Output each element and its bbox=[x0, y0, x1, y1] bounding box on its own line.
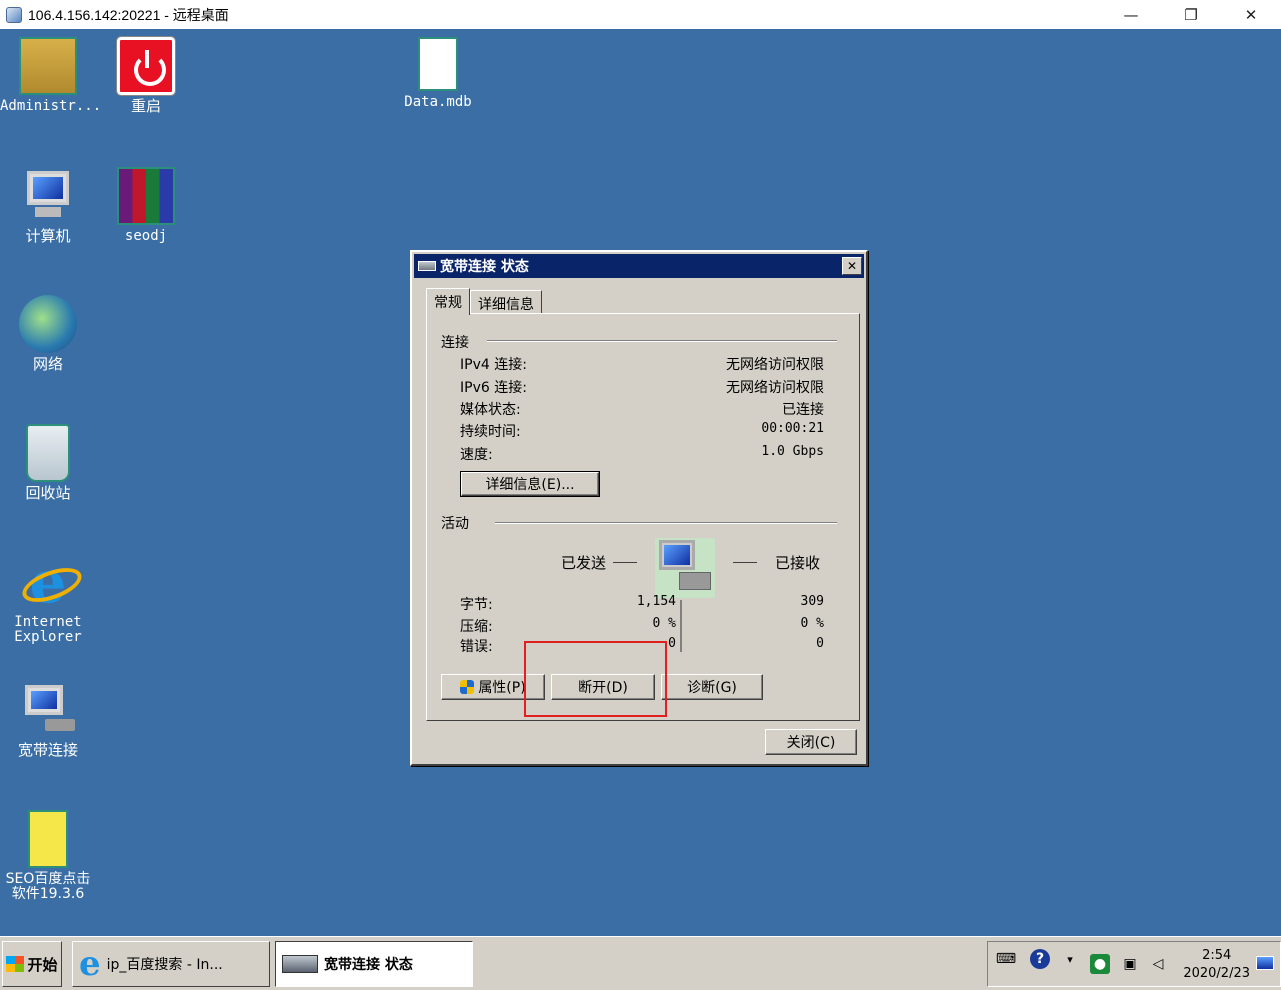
desktop-icon-computer[interactable]: 计算机 bbox=[0, 167, 96, 244]
row-media-state: 媒体状态: 已连接 bbox=[460, 402, 824, 418]
desktop-icon-recycle-bin[interactable]: 回收站 bbox=[0, 424, 96, 501]
tab-general[interactable]: 常规 bbox=[426, 288, 470, 315]
network-icon bbox=[19, 295, 77, 353]
taskbar-item-ie[interactable]: e ip_百度搜索 - In... bbox=[72, 941, 270, 987]
remote-desktop-titlebar: 106.4.156.142:20221 - 远程桌面 — ❐ ✕ bbox=[0, 0, 1281, 29]
taskbar: 开始 e ip_百度搜索 - In... 宽带连接 状态 ⌨ ? ▾ ● ▣ ◁… bbox=[0, 936, 1281, 990]
disconnect-button[interactable]: 断开(D) bbox=[551, 674, 655, 700]
tab-panel-general: 连接 IPv4 连接: 无网络访问权限 IPv6 连接: 无网络访问权限 媒体状态:… bbox=[426, 313, 860, 721]
desktop-icon-broadband[interactable]: 宽带连接 bbox=[0, 681, 96, 758]
broadband-icon bbox=[19, 681, 77, 739]
shield-icon bbox=[460, 680, 475, 694]
maximize-button[interactable]: ❐ bbox=[1161, 0, 1221, 29]
minimize-button[interactable]: — bbox=[1101, 0, 1161, 29]
start-button[interactable]: 开始 bbox=[2, 941, 62, 987]
desktop-icon-label: 宽带连接 bbox=[17, 741, 78, 759]
network-tray-icon[interactable]: ▣ bbox=[1120, 954, 1140, 974]
broadband-icon bbox=[418, 261, 436, 271]
diagnose-button[interactable]: 诊断(G) bbox=[661, 674, 763, 700]
show-desktop-icon[interactable] bbox=[1256, 956, 1274, 970]
desktop-icon-internet-explorer[interactable]: e Internet Explorer bbox=[0, 553, 96, 645]
network-activity-icon bbox=[655, 538, 715, 598]
internet-explorer-icon: e bbox=[79, 944, 101, 984]
clock-time: 2:54 bbox=[1202, 948, 1232, 963]
dialog-titlebar: 宽带连接 状态 bbox=[414, 254, 864, 278]
folder-icon bbox=[28, 810, 68, 868]
taskbar-item-broadband-status[interactable]: 宽带连接 状态 bbox=[275, 941, 473, 987]
desktop-icon-network[interactable]: 网络 bbox=[0, 295, 96, 372]
dialog-title: 宽带连接 状态 bbox=[440, 259, 529, 275]
group-label-connection: 连接 bbox=[441, 332, 475, 352]
system-tray: ● ▣ ◁ 2:54 2020/2/23 bbox=[987, 941, 1281, 987]
desktop-icon-seodj[interactable]: seodj bbox=[98, 167, 194, 244]
received-line bbox=[733, 562, 757, 563]
taskbar-item-label: ip_百度搜索 - In... bbox=[106, 957, 223, 973]
desktop-icon-data-mdb[interactable]: Data.mdb bbox=[390, 37, 486, 110]
sent-label: 已发送 bbox=[561, 554, 607, 572]
desktop-icon-label: Administr... bbox=[0, 98, 102, 114]
properties-button[interactable]: 属性(P) bbox=[441, 674, 545, 700]
security-icon[interactable]: ● bbox=[1090, 954, 1110, 974]
row-ipv4: IPv4 连接: 无网络访问权限 bbox=[460, 357, 824, 373]
row-speed: 速度: 1.0 Gbps bbox=[460, 444, 824, 463]
dialog-tabs: 常规 详细信息 bbox=[426, 288, 542, 315]
row-bytes: 字节: 1,154 309 bbox=[460, 594, 824, 613]
desktop-icon-label: 重启 bbox=[130, 97, 161, 115]
windows-logo-icon bbox=[6, 956, 25, 972]
file-icon bbox=[418, 37, 458, 91]
desktop-icon-label: SEO百度点击 软件19.3.6 bbox=[5, 871, 91, 902]
recycle-bin-icon bbox=[26, 424, 70, 482]
clock-date: 2020/2/23 bbox=[1183, 966, 1250, 981]
restart-icon bbox=[116, 36, 176, 96]
desktop-icon-label: 计算机 bbox=[25, 227, 71, 245]
broadband-icon bbox=[282, 955, 318, 973]
winrar-icon bbox=[117, 167, 175, 225]
taskbar-item-label: 宽带连接 状态 bbox=[324, 957, 413, 973]
row-ipv6: IPv6 连接: 无网络访问权限 bbox=[460, 380, 824, 396]
row-compression: 压缩: 0 % 0 % bbox=[460, 616, 824, 635]
desktop-icon-label: Internet Explorer bbox=[14, 614, 82, 645]
group-label-activity: 活动 bbox=[441, 513, 475, 533]
desktop-icon-label: 网络 bbox=[32, 355, 63, 373]
received-label: 已接收 bbox=[775, 554, 821, 572]
desktop-icon-seo-folder[interactable]: SEO百度点击 软件19.3.6 bbox=[0, 810, 96, 902]
close-button[interactable]: ✕ bbox=[1221, 0, 1281, 29]
clock[interactable]: 2:54 2020/2/23 bbox=[1183, 947, 1250, 983]
row-errors: 错误: 0 0 bbox=[460, 636, 824, 655]
computer-icon bbox=[19, 167, 77, 225]
details-button[interactable]: 详细信息(E)... bbox=[460, 471, 600, 497]
internet-explorer-icon: e bbox=[19, 553, 77, 611]
dialog-close-button[interactable]: ✕ bbox=[842, 257, 862, 275]
desktop-icon-restart[interactable]: 重启 bbox=[98, 36, 194, 115]
row-duration: 持续时间: 00:00:21 bbox=[460, 421, 824, 440]
group-divider bbox=[487, 340, 837, 342]
remote-desktop-icon bbox=[6, 6, 22, 23]
broadband-status-dialog: 宽带连接 状态 ✕ 常规 详细信息 连接 IPv4 连接: 无网络访问权限 IPv… bbox=[410, 250, 868, 766]
desktop-icon-label: seodj bbox=[124, 228, 168, 244]
tab-details[interactable]: 详细信息 bbox=[470, 290, 542, 314]
volume-icon[interactable]: ◁ bbox=[1148, 954, 1168, 974]
window-controls: — ❐ ✕ bbox=[1101, 0, 1281, 29]
desktop-icon-label: Data.mdb bbox=[404, 94, 472, 110]
properties-label: 属性(P) bbox=[478, 680, 526, 696]
desktop-icon-label: 回收站 bbox=[25, 484, 71, 502]
user-folder-icon bbox=[19, 37, 77, 95]
desktop-icon-administrator[interactable]: Administr... bbox=[0, 37, 102, 114]
close-dialog-button[interactable]: 关闭(C) bbox=[765, 729, 857, 755]
group-divider bbox=[495, 522, 837, 524]
start-label: 开始 bbox=[27, 955, 58, 974]
sent-line bbox=[613, 562, 637, 563]
window-title: 106.4.156.142:20221 - 远程桌面 bbox=[28, 6, 229, 23]
